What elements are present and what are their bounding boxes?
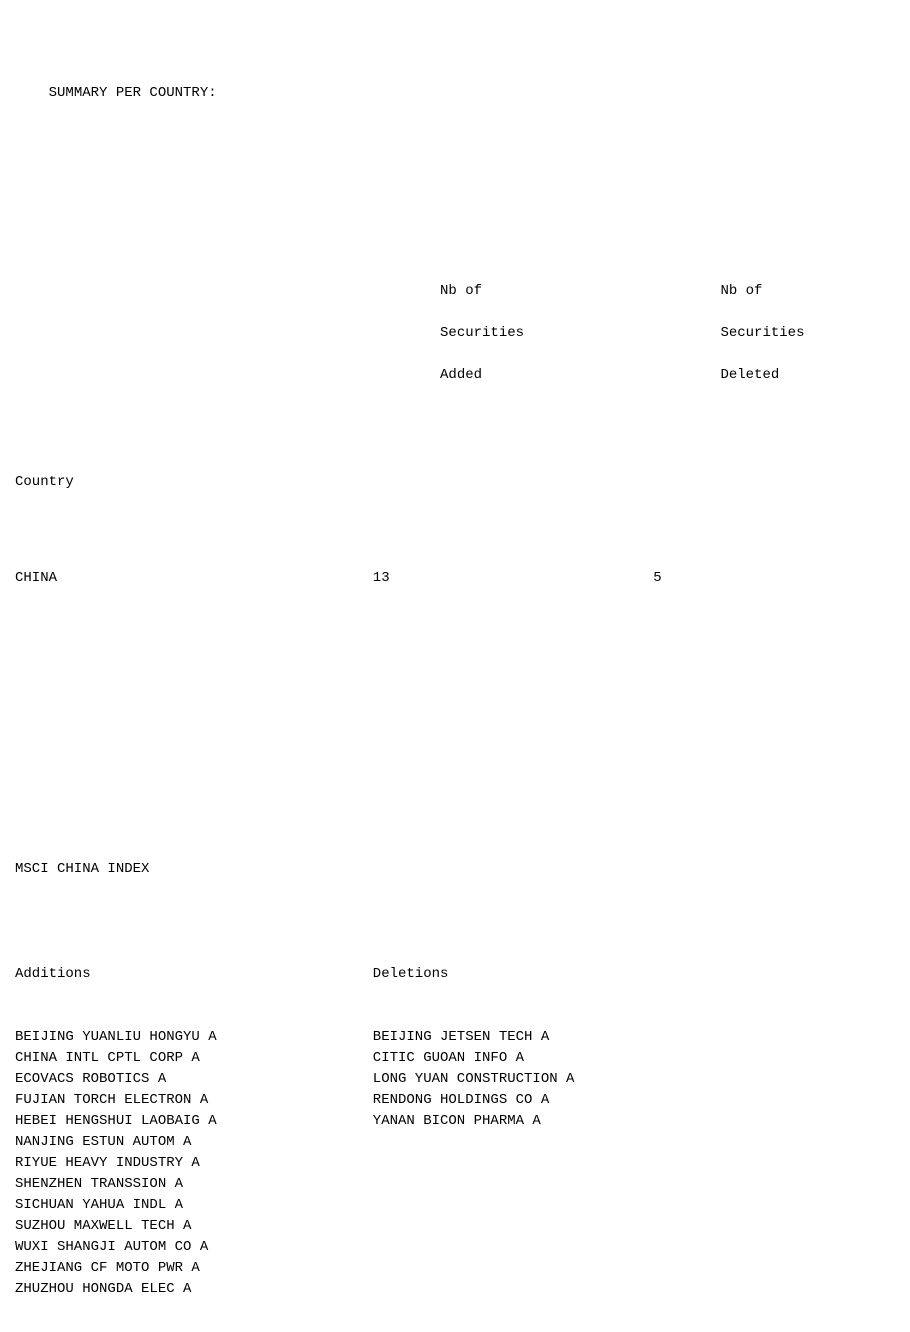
country-value: CHINA	[15, 568, 373, 589]
additions-label: Additions	[15, 964, 373, 985]
summary-title: SUMMARY PER COUNTRY:	[49, 85, 217, 101]
addition-item: BEIJING YUANLIU HONGYU A	[15, 1027, 373, 1048]
col-deleted-header: Nb of Securities Deleted	[653, 260, 895, 407]
country-label: Country	[15, 472, 373, 493]
col-added-header: Nb of Securities Added	[373, 260, 653, 407]
addition-item: WUXI SHANGJI AUTOM CO A	[15, 1237, 373, 1258]
addition-item: SHENZHEN TRANSSION A	[15, 1174, 373, 1195]
addition-item: SUZHOU MAXWELL TECH A	[15, 1216, 373, 1237]
data-row: CHINA 13 5	[15, 568, 895, 589]
added-value: 13	[373, 568, 653, 589]
additions-section: Additions BEIJING YUANLIU HONGYU ACHINA …	[15, 922, 373, 1332]
deletion-item: RENDONG HOLDINGS CO A	[373, 1090, 895, 1111]
addition-item: ZHEJIANG CF MOTO PWR A	[15, 1258, 373, 1279]
deletion-item: CITIC GUOAN INFO A	[373, 1048, 895, 1069]
deletions-section: Deletions BEIJING JETSEN TECH ACITIC GUO…	[373, 922, 895, 1332]
addition-item: RIYUE HEAVY INDUSTRY A	[15, 1153, 373, 1174]
addition-item: ECOVACS ROBOTICS A	[15, 1069, 373, 1090]
addition-item: ZHUZHOU HONGDA ELEC A	[15, 1279, 373, 1300]
addition-item: CHINA INTL CPTL CORP A	[15, 1048, 373, 1069]
deletion-item: YANAN BICON PHARMA A	[373, 1111, 895, 1132]
summary-table: Nb of Securities Added Nb of Securities …	[15, 218, 895, 631]
index-name: MSCI CHINA INDEX	[15, 859, 895, 880]
deletions-label: Deletions	[373, 964, 895, 985]
deleted-value: 5	[653, 568, 895, 589]
deletions-list: BEIJING JETSEN TECH ACITIC GUOAN INFO AL…	[373, 1027, 895, 1132]
index-section: MSCI CHINA INDEX Additions BEIJING YUANL…	[15, 817, 895, 1332]
additions-list: BEIJING YUANLIU HONGYU ACHINA INTL CPTL …	[15, 1027, 373, 1300]
addition-item: SICHUAN YAHUA INDL A	[15, 1195, 373, 1216]
deletion-item: BEIJING JETSEN TECH A	[373, 1027, 895, 1048]
deletion-item: LONG YUAN CONSTRUCTION A	[373, 1069, 895, 1090]
addition-item: FUJIAN TORCH ELECTRON A	[15, 1090, 373, 1111]
addition-item: NANJING ESTUN AUTOM A	[15, 1132, 373, 1153]
addition-item: HEBEI HENGSHUI LAOBAIG A	[15, 1111, 373, 1132]
page-title: SUMMARY PER COUNTRY:	[15, 62, 895, 125]
